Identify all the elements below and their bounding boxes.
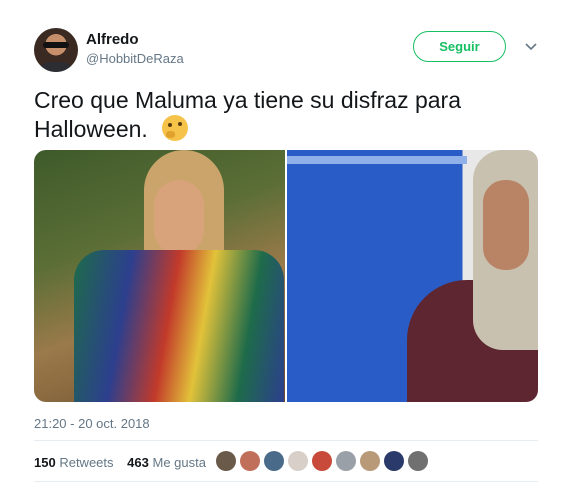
tweet-text-content: Creo que Maluma ya tiene su disfraz para… bbox=[34, 87, 461, 142]
photo-strip bbox=[287, 156, 467, 164]
media-photo-left[interactable] bbox=[34, 150, 285, 402]
author-avatar[interactable] bbox=[34, 28, 78, 72]
avatar-shirt bbox=[38, 62, 74, 72]
media-photo-right[interactable] bbox=[287, 150, 538, 402]
tweet-timestamp[interactable]: 21:20 - 20 oct. 2018 bbox=[34, 416, 150, 431]
likes-label[interactable]: Me gusta bbox=[152, 455, 205, 470]
avatar-glasses bbox=[43, 42, 69, 48]
divider-top bbox=[34, 440, 538, 441]
photo-face bbox=[154, 180, 204, 255]
tweet-text: Creo que Maluma ya tiene su disfraz para… bbox=[34, 86, 534, 144]
chevron-down-icon[interactable] bbox=[524, 40, 538, 54]
photo-face bbox=[483, 180, 529, 270]
liker-avatar[interactable] bbox=[408, 451, 428, 471]
liker-avatar[interactable] bbox=[240, 451, 260, 471]
tweet-stats: 150 Retweets 463 Me gusta bbox=[34, 455, 216, 470]
retweets-label[interactable]: Retweets bbox=[59, 455, 113, 470]
liker-avatar[interactable] bbox=[384, 451, 404, 471]
liker-avatar[interactable] bbox=[336, 451, 356, 471]
divider-bottom bbox=[34, 481, 538, 482]
author-handle[interactable]: @HobbitDeRaza bbox=[86, 51, 184, 66]
liker-avatar[interactable] bbox=[312, 451, 332, 471]
liker-avatar[interactable] bbox=[264, 451, 284, 471]
tweet-media bbox=[34, 150, 538, 402]
photo-cardigan bbox=[74, 250, 284, 402]
follow-button[interactable]: Seguir bbox=[413, 31, 506, 62]
liker-avatar[interactable] bbox=[288, 451, 308, 471]
likes-count[interactable]: 463 bbox=[127, 455, 149, 470]
liker-avatar[interactable] bbox=[360, 451, 380, 471]
thinking-face-icon bbox=[161, 115, 188, 141]
retweets-count[interactable]: 150 bbox=[34, 455, 56, 470]
liker-avatars bbox=[216, 451, 428, 471]
liker-avatar[interactable] bbox=[216, 451, 236, 471]
author-name[interactable]: Alfredo bbox=[86, 31, 139, 48]
